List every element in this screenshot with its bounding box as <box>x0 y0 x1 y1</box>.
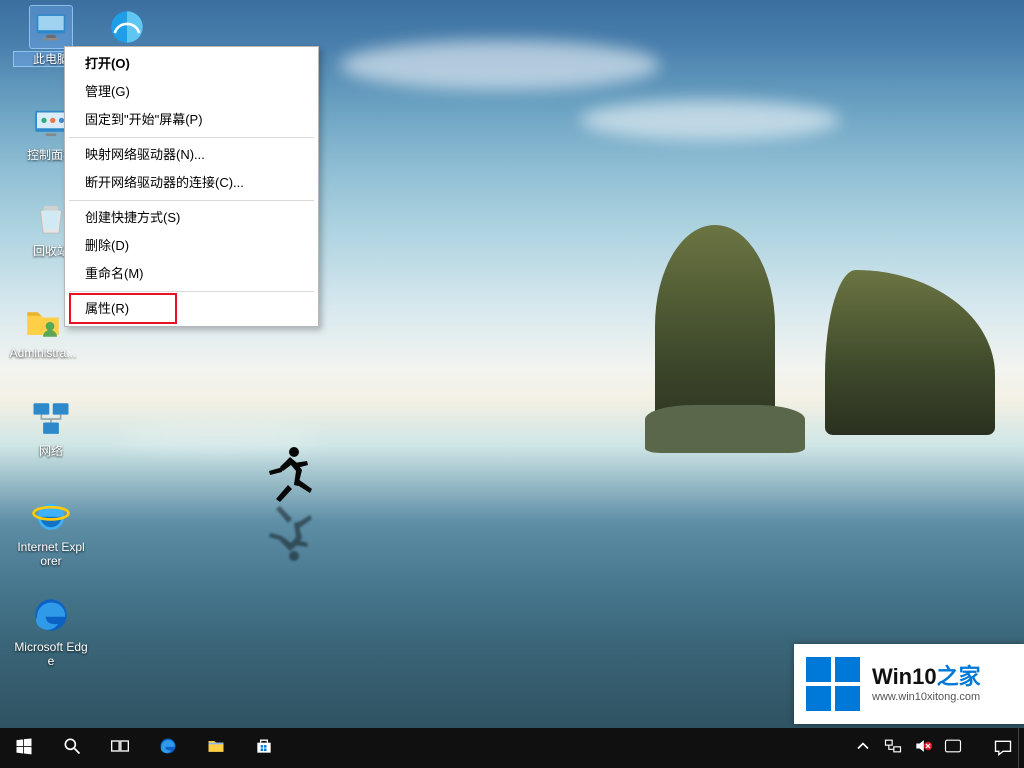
network-tray-icon <box>883 736 903 761</box>
context-menu-separator <box>69 200 314 201</box>
desktop-icon-label: 网络 <box>14 444 88 458</box>
watermark-card: Win10之家 www.win10xitong.com <box>794 644 1024 724</box>
context-menu-item[interactable]: 创建快捷方式(S) <box>67 204 316 232</box>
windows-icon <box>14 736 34 761</box>
context-menu-item[interactable]: 固定到"开始"屏幕(P) <box>67 106 316 134</box>
edge-icon <box>30 594 72 636</box>
taskbar[interactable] <box>0 728 1024 768</box>
explorer-icon <box>206 736 226 761</box>
tray-chevron-button[interactable] <box>848 728 878 768</box>
watermark-url: www.win10xitong.com <box>872 692 981 704</box>
context-menu-separator <box>69 291 314 292</box>
tray-ime-button[interactable] <box>938 728 968 768</box>
wallpaper-rock <box>825 270 995 435</box>
context-menu-item[interactable]: 断开网络驱动器的连接(C)... <box>67 169 316 197</box>
context-menu-item[interactable]: 管理(G) <box>67 78 316 106</box>
wallpaper-cloud <box>340 40 660 90</box>
taskbar-taskview-button[interactable] <box>96 728 144 768</box>
store-icon <box>254 736 274 761</box>
action-center-icon[interactable] <box>988 728 1018 768</box>
context-menu-item[interactable]: 属性(R) <box>67 295 316 323</box>
desktop-icon-ie[interactable]: Internet Explorer <box>14 494 88 568</box>
context-menu-item[interactable]: 删除(D) <box>67 232 316 260</box>
taskbar-edge-button[interactable] <box>144 728 192 768</box>
wallpaper-cloud <box>580 100 840 140</box>
system-tray[interactable] <box>848 728 1024 768</box>
qqbrowser-icon <box>106 6 148 48</box>
tray-net-button[interactable] <box>878 728 908 768</box>
wallpaper-runner <box>260 443 320 503</box>
windows-logo-icon <box>806 657 860 711</box>
show-desktop-button[interactable] <box>1018 728 1024 768</box>
taskbar-store-button[interactable] <box>240 728 288 768</box>
desktop-icon-network[interactable]: 网络 <box>14 398 88 458</box>
userfolder-icon <box>22 300 64 342</box>
ie-icon <box>30 494 72 536</box>
network-icon <box>30 398 72 440</box>
desktop-icon-label: Microsoft Edge <box>14 640 88 668</box>
monitor-icon <box>30 6 72 48</box>
taskbar-search-button[interactable] <box>48 728 96 768</box>
desktop-icon-label: Internet Explorer <box>14 540 88 568</box>
context-menu-item[interactable]: 重命名(M) <box>67 260 316 288</box>
watermark-brand: Win10之家 <box>872 665 981 688</box>
desktop-icon-edge[interactable]: Microsoft Edge <box>14 594 88 668</box>
context-menu-item[interactable]: 打开(O) <box>67 50 316 78</box>
desktop[interactable]: 此电脑控制面板回收站Administra...网络Internet Explor… <box>0 0 1024 768</box>
ime-icon <box>943 736 963 761</box>
wallpaper-rock <box>645 405 805 453</box>
taskbar-explorer-button[interactable] <box>192 728 240 768</box>
edge-icon <box>158 736 178 761</box>
chevron-up-icon <box>853 736 873 761</box>
desktop-icon-label: Administra... <box>6 346 80 360</box>
tray-vol-button[interactable] <box>908 728 938 768</box>
taskview-icon <box>110 736 130 761</box>
context-menu[interactable]: 打开(O)管理(G)固定到"开始"屏幕(P) 映射网络驱动器(N)...断开网络驱… <box>64 46 319 327</box>
volume-muted-icon <box>913 736 933 761</box>
context-menu-item[interactable]: 映射网络驱动器(N)... <box>67 141 316 169</box>
wallpaper-runner-reflection <box>260 505 320 565</box>
search-icon <box>62 736 82 761</box>
context-menu-separator <box>69 137 314 138</box>
taskbar-start-button[interactable] <box>0 728 48 768</box>
